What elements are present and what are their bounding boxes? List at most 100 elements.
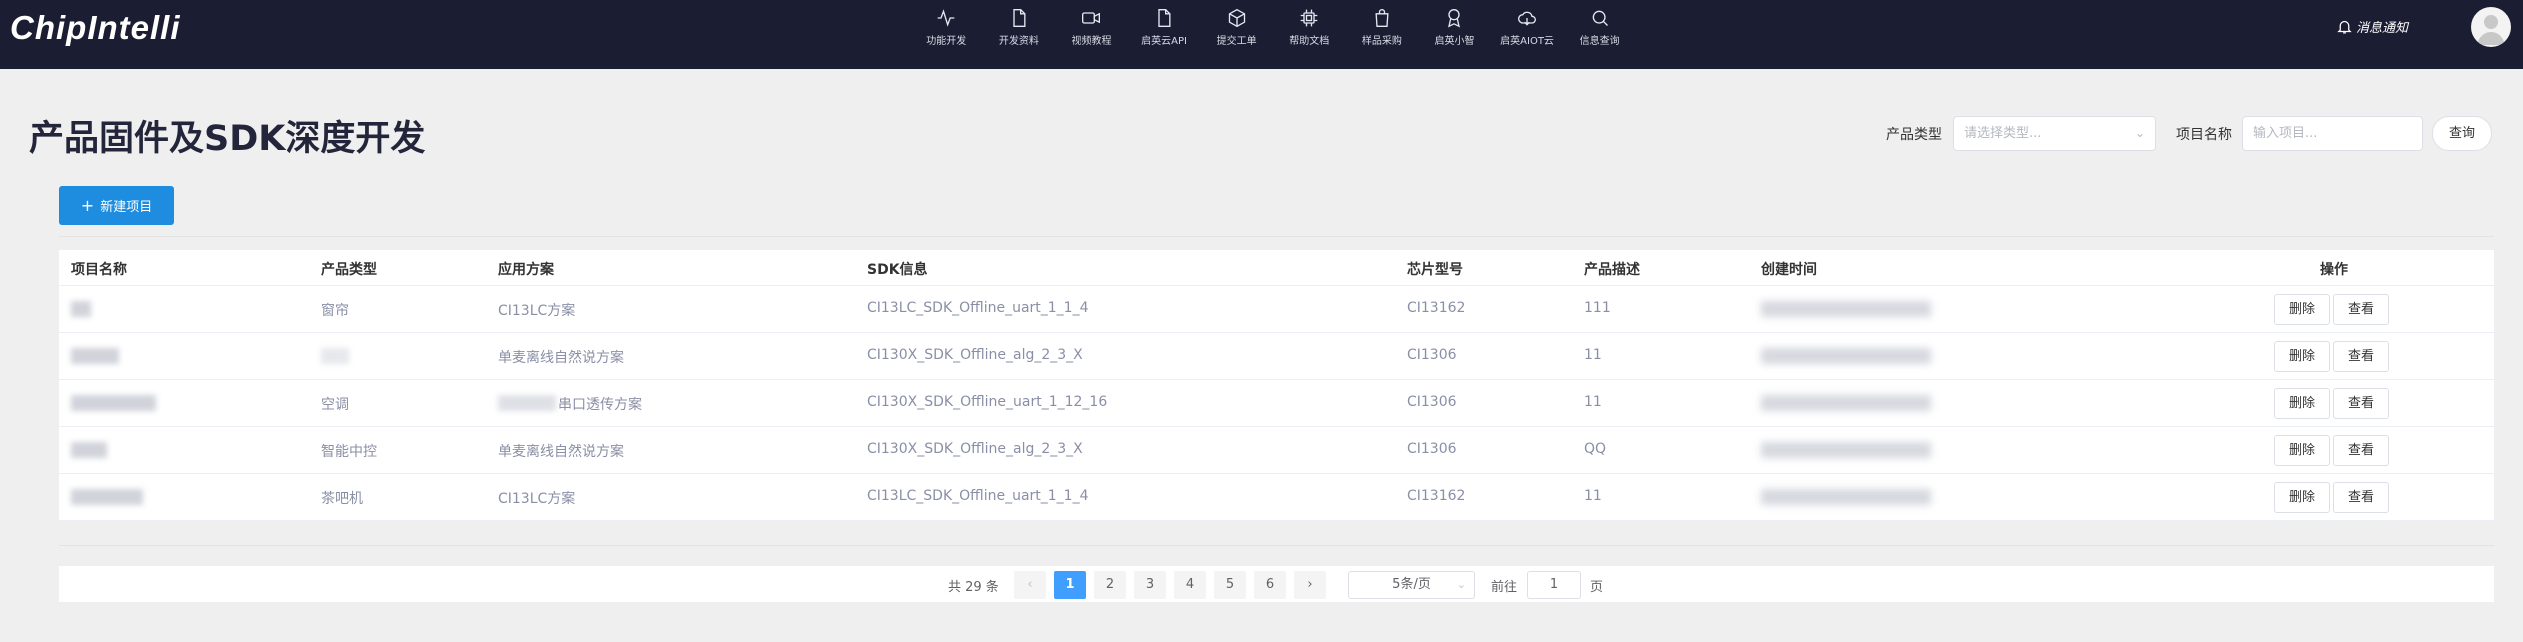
cell-chip: CI1306 [1407, 441, 1457, 457]
page-title: 产品固件及SDK深度开发 [29, 119, 426, 159]
video-icon [1082, 12, 1101, 24]
redacted-name [71, 348, 119, 364]
nav-item-help-docs[interactable]: 帮助文档 [1273, 0, 1346, 69]
query-button[interactable]: 查询 [2432, 116, 2492, 151]
nav-item-video-tutorials[interactable]: 视频教程 [1055, 0, 1128, 69]
cell-sdk: CI130X_SDK_Offline_uart_1_12_16 [867, 394, 1108, 410]
top-navbar: ChipIntelli 功能开发 开发资料 视频教程 启英云API 提交工单 帮… [0, 0, 2523, 69]
nav-item-feature-dev[interactable]: 功能开发 [910, 0, 983, 69]
avatar[interactable] [2471, 7, 2511, 47]
cell-sdk: CI13LC_SDK_Offline_uart_1_1_4 [867, 488, 1089, 504]
col-header-created[interactable]: 创建时间 [1761, 259, 1817, 279]
table-header: 项目名称 产品类型 应用方案 SDK信息 芯片型号 产品描述 创建时间 操作 [59, 250, 2494, 286]
col-header-chip[interactable]: 芯片型号 [1407, 259, 1463, 279]
redacted-created [1761, 489, 1931, 505]
cell-chip: CI13162 [1407, 300, 1466, 316]
page-size-select[interactable]: 5条/页 ⌄ [1348, 571, 1475, 599]
redacted-created [1761, 395, 1931, 411]
view-button[interactable]: 查看 [2333, 435, 2389, 466]
notifications-link[interactable]: 消息通知 [2336, 17, 2408, 36]
cloud-icon [1518, 11, 1536, 26]
nav-label: 开发资料 [998, 36, 1039, 47]
delete-button[interactable]: 删除 [2274, 294, 2330, 325]
user-icon [2477, 15, 2505, 45]
page-button-4[interactable]: 4 [1174, 571, 1206, 599]
nav-item-sample-purchase[interactable]: 样品采购 [1346, 0, 1419, 69]
new-project-button[interactable]: + 新建项目 [59, 186, 174, 225]
bell-icon [2337, 20, 2352, 34]
shopping-bag-icon [1375, 9, 1389, 27]
activity-icon [937, 9, 955, 27]
page-size-value: 5条/页 [1392, 577, 1431, 592]
col-header-desc[interactable]: 产品描述 [1584, 259, 1640, 279]
page-button-6[interactable]: 6 [1254, 571, 1286, 599]
page-suffix: 页 [1590, 580, 1604, 595]
nav-item-assistant[interactable]: 启英小智 [1418, 0, 1491, 69]
table-row[interactable]: 窗帘 CI13LC方案 CI13LC_SDK_Offline_uart_1_1_… [59, 286, 2494, 333]
cell-chip: CI1306 [1407, 394, 1457, 410]
nav-item-submit-ticket[interactable]: 提交工单 [1200, 0, 1273, 69]
page-button-5[interactable]: 5 [1214, 571, 1246, 599]
page-button-1[interactable]: 1 [1054, 571, 1086, 599]
delete-button[interactable]: 删除 [2274, 435, 2330, 466]
nav-item-aiot-cloud[interactable]: 启英AIOT云 [1491, 0, 1564, 69]
nav-label: 帮助文档 [1289, 36, 1330, 47]
page-button-3[interactable]: 3 [1134, 571, 1166, 599]
table-row[interactable]: 单麦离线自然说方案 CI130X_SDK_Offline_alg_2_3_X C… [59, 333, 2494, 380]
page-button-2[interactable]: 2 [1094, 571, 1126, 599]
view-button[interactable]: 查看 [2333, 388, 2389, 419]
nav-item-dev-docs[interactable]: 开发资料 [983, 0, 1056, 69]
cell-chip: CI13162 [1407, 488, 1466, 504]
redacted-name [71, 301, 91, 317]
logo[interactable]: ChipIntelli [10, 9, 181, 47]
chevron-down-icon: ⌄ [2134, 126, 2145, 140]
cell-sdk: CI130X_SDK_Offline_alg_2_3_X [867, 347, 1083, 363]
pagination-total: 共 29 条 [948, 580, 999, 595]
cell-desc: 11 [1584, 488, 1602, 504]
cell-solution: CI13LC方案 [498, 303, 576, 319]
nav-item-cloud-api[interactable]: 启英云API [1128, 0, 1201, 69]
nav-label: 启英AIOT云 [1500, 36, 1554, 47]
product-type-select[interactable]: 请选择类型... ⌄ [1953, 116, 2156, 151]
redacted-created [1761, 348, 1931, 364]
col-header-type[interactable]: 产品类型 [321, 259, 377, 279]
view-button[interactable]: 查看 [2333, 482, 2389, 513]
delete-button[interactable]: 删除 [2274, 388, 2330, 419]
col-header-name[interactable]: 项目名称 [71, 259, 127, 279]
redacted-name [71, 442, 107, 458]
chip-icon [1300, 9, 1318, 27]
nav-label: 提交工单 [1216, 36, 1257, 47]
delete-button[interactable]: 删除 [2274, 482, 2330, 513]
project-name-input[interactable] [2242, 116, 2423, 151]
cell-sdk: CI130X_SDK_Offline_alg_2_3_X [867, 441, 1083, 457]
plus-icon: + [80, 196, 95, 215]
cell-solution: 单麦离线自然说方案 [498, 444, 624, 460]
product-type-placeholder: 请选择类型... [1964, 126, 2042, 141]
cell-type: 茶吧机 [321, 491, 363, 507]
view-button[interactable]: 查看 [2333, 341, 2389, 372]
redacted-name [71, 489, 143, 505]
table-row[interactable]: 茶吧机 CI13LC方案 CI13LC_SDK_Offline_uart_1_1… [59, 474, 2494, 521]
col-header-sdk[interactable]: SDK信息 [867, 259, 928, 279]
table-row[interactable]: 空调 串口透传方案 CI130X_SDK_Offline_uart_1_12_1… [59, 380, 2494, 427]
cell-desc: 111 [1584, 300, 1611, 316]
delete-button[interactable]: 删除 [2274, 341, 2330, 372]
cell-type: 智能中控 [321, 444, 377, 460]
cell-sdk: CI13LC_SDK_Offline_uart_1_1_4 [867, 300, 1089, 316]
nav-label: 启英小智 [1434, 36, 1475, 47]
prev-page-button[interactable]: ‹ [1014, 571, 1046, 599]
goto-page-input[interactable]: 1 [1527, 571, 1581, 599]
table-row[interactable]: 智能中控 单麦离线自然说方案 CI130X_SDK_Offline_alg_2_… [59, 427, 2494, 474]
redacted-name [71, 395, 156, 411]
view-button[interactable]: 查看 [2333, 294, 2389, 325]
next-page-button[interactable]: › [1294, 571, 1326, 599]
pagination: 共 29 条 ‹ 1 2 3 4 5 6 › 5条/页 ⌄ 前往 1 页 [59, 566, 2494, 602]
col-header-ops: 操作 [2320, 262, 2348, 278]
cell-solution: 单麦离线自然说方案 [498, 350, 624, 366]
cell-desc: 11 [1584, 394, 1602, 410]
project-name-label: 项目名称 [2176, 127, 2232, 143]
nav-label: 功能开发 [926, 36, 967, 47]
nav-item-info-query[interactable]: 信息查询 [1563, 0, 1636, 69]
col-header-solution[interactable]: 应用方案 [498, 259, 554, 279]
divider [59, 545, 2494, 546]
